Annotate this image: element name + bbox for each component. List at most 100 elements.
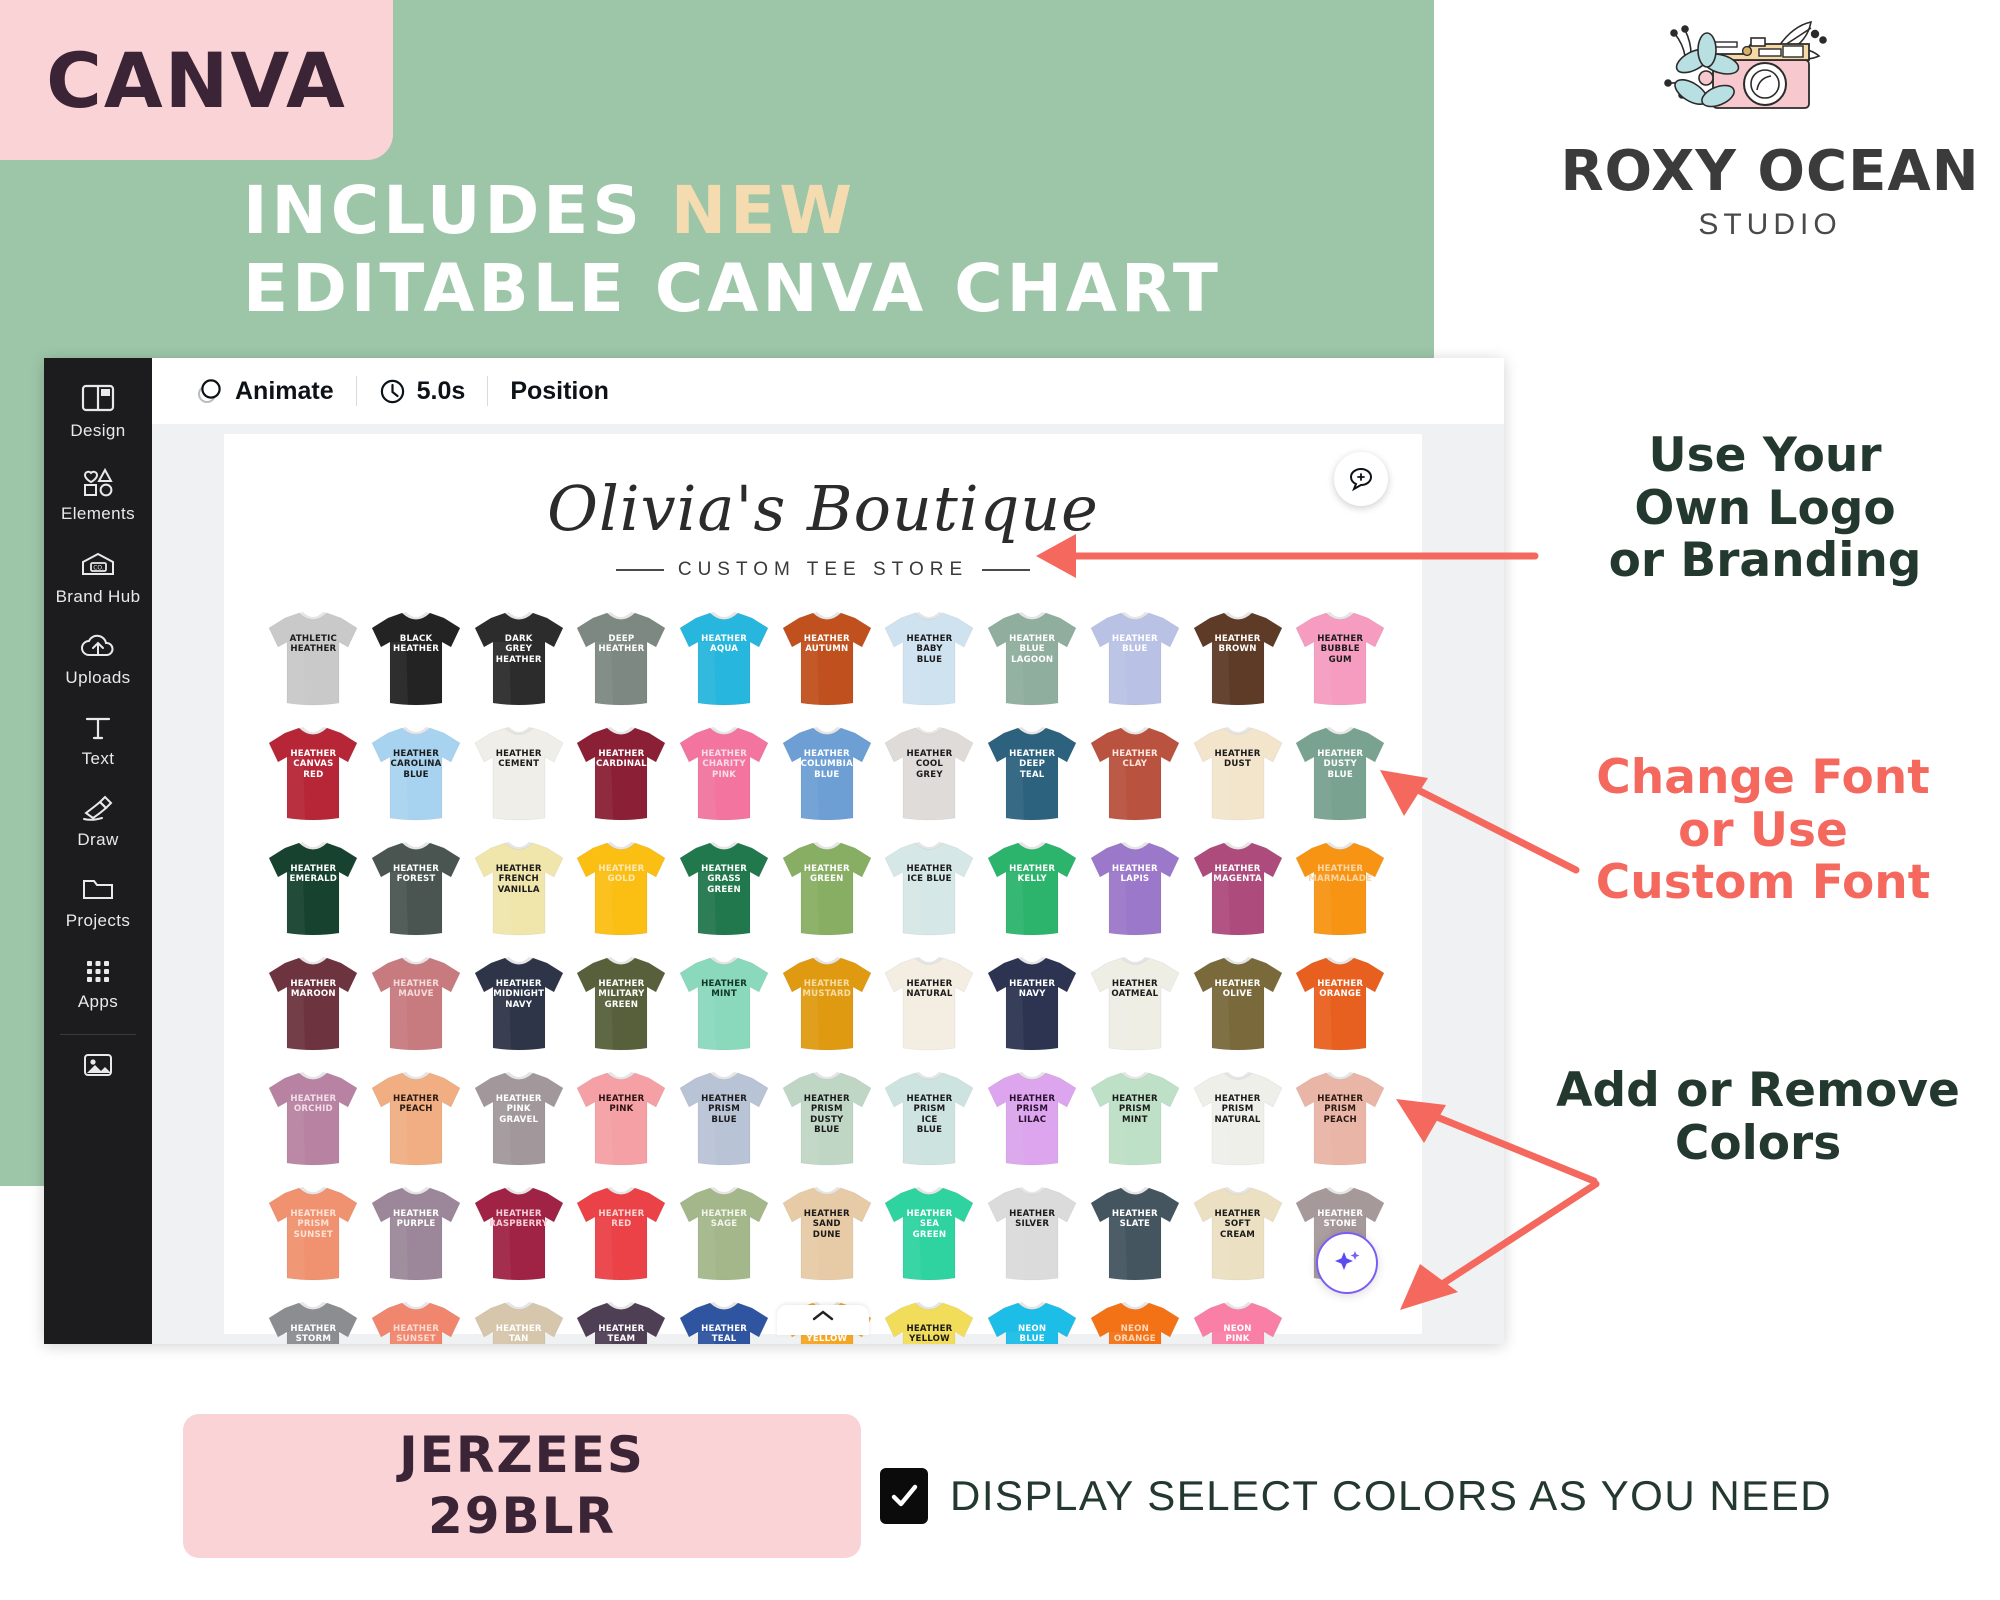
tshirt-swatch[interactable]: HEATHER NAVY bbox=[984, 951, 1080, 1055]
shirt-cell[interactable]: HEATHER FOREST bbox=[365, 836, 468, 951]
tshirt-swatch[interactable]: HEATHER BROWN bbox=[1190, 606, 1286, 710]
shirt-cell[interactable]: HEATHER AUTUMN bbox=[775, 606, 878, 721]
shirt-cell[interactable]: NEON PINK bbox=[1186, 1296, 1289, 1344]
tshirt-swatch[interactable]: HEATHER MILITARY GREEN bbox=[573, 951, 669, 1055]
display-colors-checkbox[interactable] bbox=[880, 1468, 928, 1524]
tshirt-swatch[interactable]: HEATHER COOL GREY bbox=[881, 721, 977, 825]
tshirt-swatch[interactable]: HEATHER YELLOW bbox=[881, 1296, 977, 1344]
tshirt-swatch[interactable]: HEATHER GRASS GREEN bbox=[676, 836, 772, 940]
shirt-cell[interactable]: HEATHER NAVY bbox=[981, 951, 1084, 1066]
sidebar-item-media[interactable] bbox=[44, 1037, 152, 1098]
shirt-cell[interactable]: HEATHER LAPIS bbox=[1084, 836, 1187, 951]
tshirt-swatch[interactable]: HEATHER CHARITY PINK bbox=[676, 721, 772, 825]
shirt-cell[interactable]: HEATHER MINT bbox=[673, 951, 776, 1066]
shirt-cell[interactable]: HEATHER SAND DUNE bbox=[775, 1181, 878, 1296]
shirt-cell[interactable]: HEATHER SEA GREEN bbox=[878, 1181, 981, 1296]
shirt-cell[interactable]: HEATHER BROWN bbox=[1186, 606, 1289, 721]
shirt-cell[interactable]: HEATHER COLUMBIA BLUE bbox=[775, 721, 878, 836]
shirt-cell[interactable]: HEATHER BABY BLUE bbox=[878, 606, 981, 721]
shirt-cell[interactable]: HEATHER MAGENTA bbox=[1186, 836, 1289, 951]
tshirt-swatch[interactable]: HEATHER GREEN bbox=[779, 836, 875, 940]
shirt-cell[interactable]: HEATHER MUSTARD bbox=[775, 951, 878, 1066]
tshirt-swatch[interactable]: HEATHER SOFT CREAM bbox=[1190, 1181, 1286, 1285]
tshirt-swatch[interactable]: HEATHER SAND DUNE bbox=[779, 1181, 875, 1285]
tshirt-swatch[interactable]: HEATHER CAROLINA BLUE bbox=[368, 721, 464, 825]
shirt-cell[interactable]: HEATHER PRISM ICE BLUE bbox=[878, 1066, 981, 1181]
shirt-cell[interactable]: HEATHER PINK GRAVEL bbox=[467, 1066, 570, 1181]
tshirt-swatch[interactable]: HEATHER CANVAS RED bbox=[265, 721, 361, 825]
tshirt-swatch[interactable]: HEATHER SEA GREEN bbox=[881, 1181, 977, 1285]
sidebar-item-draw[interactable]: Draw bbox=[44, 781, 152, 862]
shirt-cell[interactable]: HEATHER COOL GREY bbox=[878, 721, 981, 836]
shirt-cell[interactable]: DEEP HEATHER bbox=[570, 606, 673, 721]
tshirt-swatch[interactable]: HEATHER PRISM MINT bbox=[1087, 1066, 1183, 1170]
tshirt-swatch[interactable]: HEATHER BLUE LAGOON bbox=[984, 606, 1080, 710]
tshirt-swatch[interactable]: HEATHER PEACH bbox=[368, 1066, 464, 1170]
tshirt-swatch[interactable]: HEATHER KELLY bbox=[984, 836, 1080, 940]
shirt-cell[interactable]: HEATHER SAGE bbox=[673, 1181, 776, 1296]
tshirt-swatch[interactable]: HEATHER DEEP TEAL bbox=[984, 721, 1080, 825]
tshirt-swatch[interactable]: HEATHER GOLD bbox=[573, 836, 669, 940]
tshirt-swatch[interactable]: HEATHER CEMENT bbox=[471, 721, 567, 825]
tshirt-swatch[interactable]: DARK GREY HEATHER bbox=[471, 606, 567, 710]
tshirt-swatch[interactable]: HEATHER TAN bbox=[471, 1296, 567, 1344]
shirt-cell[interactable]: HEATHER AQUA bbox=[673, 606, 776, 721]
tshirt-swatch[interactable]: HEATHER LAPIS bbox=[1087, 836, 1183, 940]
shirt-cell[interactable]: HEATHER NATURAL bbox=[878, 951, 981, 1066]
tshirt-swatch[interactable]: HEATHER CLAY bbox=[1087, 721, 1183, 825]
tshirt-swatch[interactable]: HEATHER PRISM DUSTY BLUE bbox=[779, 1066, 875, 1170]
sidebar-item-uploads[interactable]: Uploads bbox=[44, 619, 152, 700]
shirt-cell[interactable]: DARK GREY HEATHER bbox=[467, 606, 570, 721]
shirt-cell[interactable]: HEATHER CEMENT bbox=[467, 721, 570, 836]
shirt-cell[interactable]: HEATHER CAROLINA BLUE bbox=[365, 721, 468, 836]
tshirt-swatch[interactable]: HEATHER COLUMBIA BLUE bbox=[779, 721, 875, 825]
shirt-cell[interactable]: HEATHER BUBBLE GUM bbox=[1289, 606, 1392, 721]
tshirt-swatch[interactable]: HEATHER CARDINAL bbox=[573, 721, 669, 825]
sidebar-item-text[interactable]: Text bbox=[44, 700, 152, 781]
tshirt-swatch[interactable]: HEATHER AUTUMN bbox=[779, 606, 875, 710]
tshirt-swatch[interactable]: HEATHER TEAL bbox=[676, 1296, 772, 1344]
tshirt-swatch[interactable]: HEATHER MAUVE bbox=[368, 951, 464, 1055]
shirt-cell[interactable]: HEATHER CARDINAL bbox=[570, 721, 673, 836]
comment-button[interactable] bbox=[1334, 452, 1388, 506]
shirt-cell[interactable]: HEATHER DEEP TEAL bbox=[981, 721, 1084, 836]
sidebar-item-apps[interactable]: Apps bbox=[44, 943, 152, 1024]
shirt-cell[interactable]: HEATHER PRISM SUNSET bbox=[262, 1181, 365, 1296]
shirt-cell[interactable]: HEATHER STORM bbox=[262, 1296, 365, 1344]
tshirt-swatch[interactable]: HEATHER ORCHID bbox=[265, 1066, 361, 1170]
tshirt-swatch[interactable]: HEATHER MINT bbox=[676, 951, 772, 1055]
tshirt-swatch[interactable]: HEATHER SAGE bbox=[676, 1181, 772, 1285]
tshirt-swatch[interactable]: HEATHER MIDNIGHT NAVY bbox=[471, 951, 567, 1055]
tshirt-swatch[interactable]: HEATHER OATMEAL bbox=[1087, 951, 1183, 1055]
tshirt-swatch[interactable]: HEATHER TEAM bbox=[573, 1296, 669, 1344]
shirt-cell[interactable]: HEATHER DUST bbox=[1186, 721, 1289, 836]
shirt-cell[interactable]: HEATHER SUNSET bbox=[365, 1296, 468, 1344]
shirt-cell[interactable]: HEATHER ICE BLUE bbox=[878, 836, 981, 951]
shirt-cell[interactable]: HEATHER OLIVE bbox=[1186, 951, 1289, 1066]
shirt-cell[interactable]: HEATHER MILITARY GREEN bbox=[570, 951, 673, 1066]
shirt-cell[interactable]: BLACK HEATHER bbox=[365, 606, 468, 721]
tshirt-swatch[interactable]: HEATHER BLUE bbox=[1087, 606, 1183, 710]
shirt-cell[interactable]: HEATHER OATMEAL bbox=[1084, 951, 1187, 1066]
shirt-cell[interactable]: HEATHER BLUE LAGOON bbox=[981, 606, 1084, 721]
shirt-cell[interactable]: HEATHER GOLD bbox=[570, 836, 673, 951]
tshirt-swatch[interactable]: NEON BLUE bbox=[984, 1296, 1080, 1344]
shirt-cell[interactable]: HEATHER CHARITY PINK bbox=[673, 721, 776, 836]
tshirt-swatch[interactable]: HEATHER PINK GRAVEL bbox=[471, 1066, 567, 1170]
shirt-cell[interactable]: NEON ORANGE bbox=[1084, 1296, 1187, 1344]
duration-button[interactable]: 5.0s bbox=[357, 377, 488, 406]
tshirt-swatch[interactable]: HEATHER NATURAL bbox=[881, 951, 977, 1055]
tshirt-swatch[interactable]: HEATHER RASPBERRY bbox=[471, 1181, 567, 1285]
tshirt-swatch[interactable]: HEATHER SLATE bbox=[1087, 1181, 1183, 1285]
tshirt-swatch[interactable]: BLACK HEATHER bbox=[368, 606, 464, 710]
shirt-cell[interactable]: HEATHER PINK bbox=[570, 1066, 673, 1181]
shirt-cell[interactable]: HEATHER CLAY bbox=[1084, 721, 1187, 836]
shirt-color-grid[interactable]: ATHLETIC HEATHER BLACK HEATHER DARK GREY H… bbox=[262, 606, 1392, 1344]
shirt-cell[interactable]: HEATHER EMERALD bbox=[262, 836, 365, 951]
shirt-cell[interactable]: HEATHER PRISM BLUE bbox=[673, 1066, 776, 1181]
tshirt-swatch[interactable]: ATHLETIC HEATHER bbox=[265, 606, 361, 710]
shirt-cell[interactable]: HEATHER RASPBERRY bbox=[467, 1181, 570, 1296]
shirt-cell[interactable]: HEATHER GRASS GREEN bbox=[673, 836, 776, 951]
tshirt-swatch[interactable]: HEATHER PRISM ICE BLUE bbox=[881, 1066, 977, 1170]
tshirt-swatch[interactable]: HEATHER STORM bbox=[265, 1296, 361, 1344]
